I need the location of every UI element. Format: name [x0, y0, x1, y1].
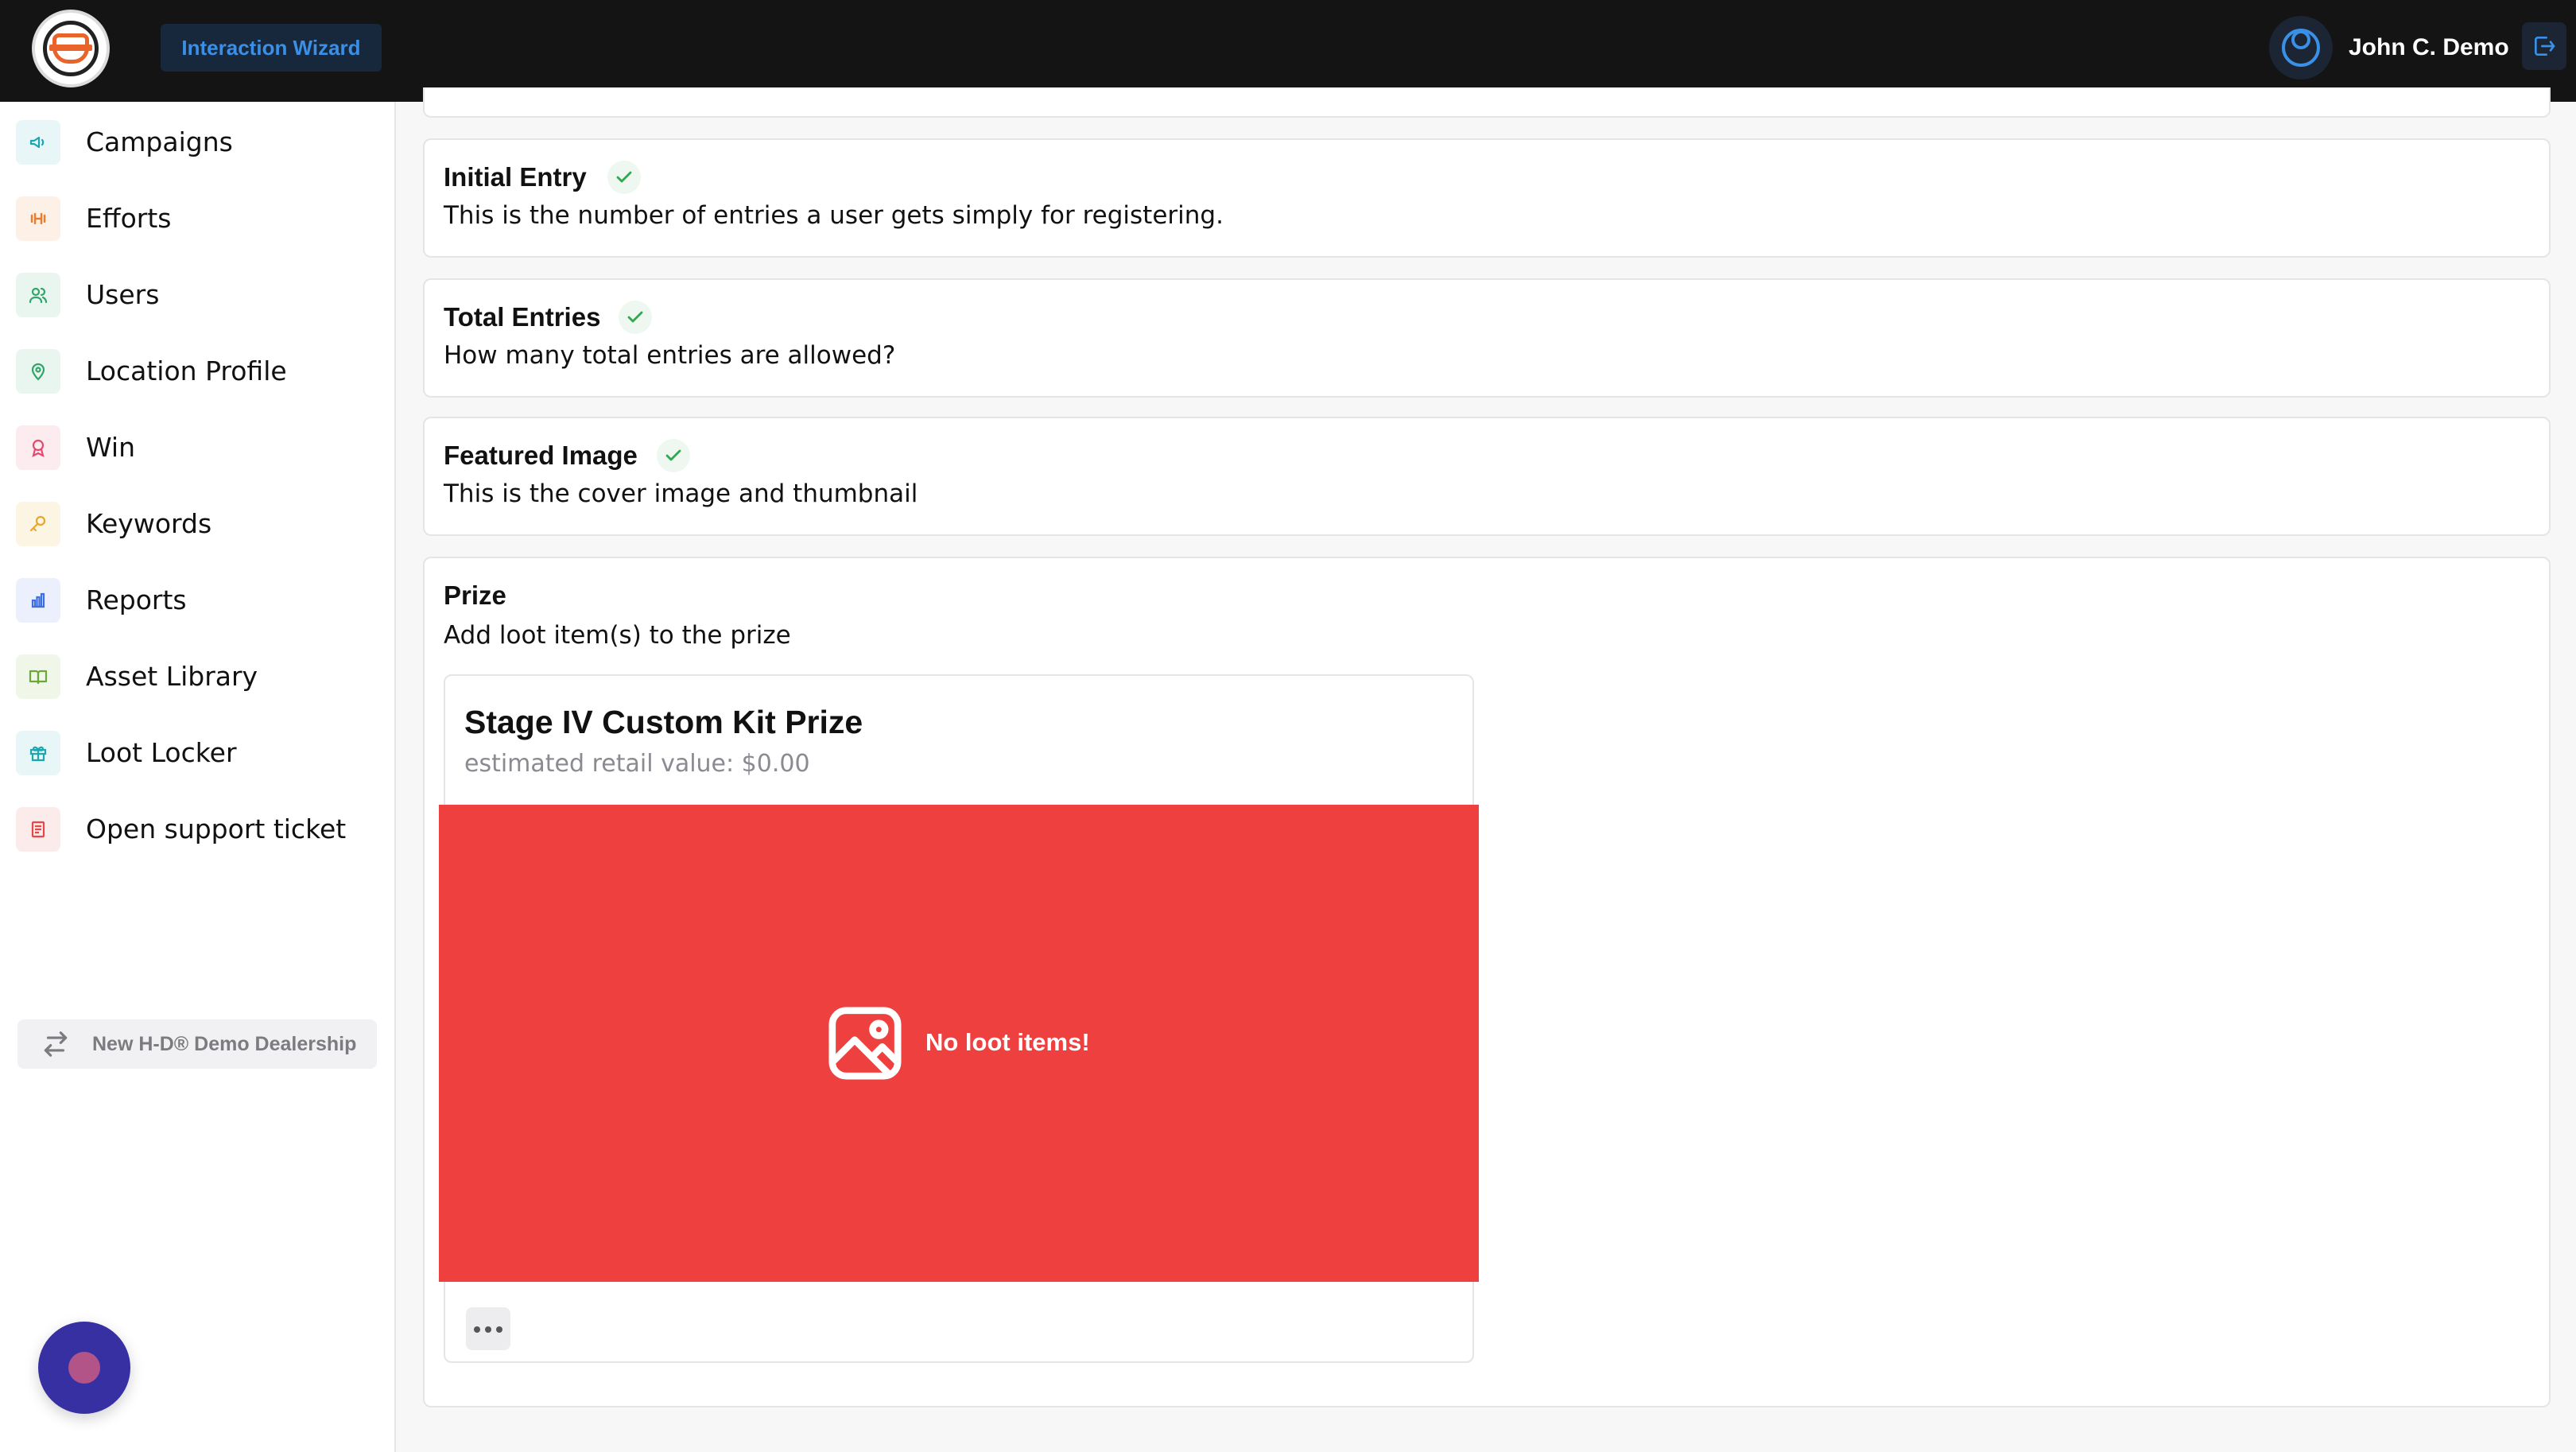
sidebar-item-efforts[interactable]: Efforts — [16, 191, 382, 247]
sidebar-item-label: Efforts — [86, 203, 172, 234]
check-icon — [657, 439, 690, 472]
user-name[interactable]: John C. Demo — [2349, 30, 2509, 65]
book-open-icon — [16, 654, 60, 699]
sidebar: Campaigns Efforts Users Location Profile… — [0, 102, 396, 1452]
sidebar-item-label: Asset Library — [86, 661, 258, 692]
section-description: Add loot item(s) to the prize — [444, 621, 791, 650]
award-icon — [16, 425, 60, 470]
users-icon — [16, 273, 60, 317]
check-icon — [607, 161, 641, 194]
dealership-logo[interactable] — [32, 10, 110, 87]
sidebar-item-label: Loot Locker — [86, 737, 237, 768]
sidebar-item-label: Users — [86, 279, 160, 310]
no-loot-message: No loot items! — [925, 1028, 1090, 1056]
ticket-icon — [16, 807, 60, 852]
sidebar-item-campaigns[interactable]: Campaigns — [16, 115, 382, 170]
switch-dealership-label: New H-D® Demo Dealership — [92, 1033, 357, 1055]
section-card-featured-image[interactable]: Featured Image This is the cover image a… — [423, 417, 2551, 536]
megaphone-icon — [16, 120, 60, 165]
prize-retail-value: estimated retail value: $0.00 — [464, 750, 810, 778]
interaction-wizard-button[interactable]: Interaction Wizard — [161, 24, 382, 72]
section-card-prize: Prize Add loot item(s) to the prize Stag… — [423, 557, 2551, 1407]
prize-card[interactable]: Stage IV Custom Kit Prize estimated reta… — [439, 674, 1479, 1363]
sidebar-item-label: Win — [86, 432, 135, 463]
more-options-button[interactable] — [466, 1307, 510, 1350]
sidebar-item-label: Location Profile — [86, 355, 287, 386]
sidebar-item-label: Open support ticket — [86, 813, 347, 844]
sidebar-item-loot-locker[interactable]: Loot Locker — [16, 725, 382, 781]
logout-button[interactable] — [2522, 22, 2566, 70]
top-navigation-bar: Interaction Wizard John C. Demo — [0, 0, 2576, 102]
sidebar-item-label: Reports — [86, 584, 187, 615]
sidebar-item-users[interactable]: Users — [16, 267, 382, 323]
more-dot — [496, 1326, 502, 1333]
chat-widget-button[interactable] — [38, 1322, 130, 1414]
sidebar-item-location-profile[interactable]: Location Profile — [16, 344, 382, 399]
sidebar-item-label: Keywords — [86, 508, 212, 539]
section-description: This is the number of entries a user get… — [444, 201, 1224, 230]
section-title: Featured Image — [444, 441, 638, 470]
section-description: This is the cover image and thumbnail — [444, 479, 918, 508]
sidebar-item-reports[interactable]: Reports — [16, 573, 382, 628]
section-title: Total Entries — [444, 302, 601, 332]
sidebar-item-label: Campaigns — [86, 126, 233, 157]
gift-icon — [16, 731, 60, 775]
swap-arrows-icon — [44, 1031, 68, 1057]
bar-chart-icon — [16, 578, 60, 623]
prize-card-title: Stage IV Custom Kit Prize — [464, 704, 863, 740]
section-card-total-entries[interactable]: Total Entries How many total entries are… — [423, 278, 2551, 398]
sidebar-item-win[interactable]: Win — [16, 420, 382, 476]
dumbbell-icon — [16, 196, 60, 241]
key-icon — [16, 502, 60, 546]
user-circle-icon[interactable] — [2269, 16, 2333, 80]
loot-items-placeholder: No loot items! — [439, 805, 1479, 1282]
sidebar-item-asset-library[interactable]: Asset Library — [16, 649, 382, 705]
previous-section-card — [423, 87, 2551, 118]
section-card-initial-entry[interactable]: Initial Entry This is the number of entr… — [423, 138, 2551, 258]
logo-bar — [49, 45, 92, 51]
sidebar-item-keywords[interactable]: Keywords — [16, 496, 382, 552]
map-pin-icon — [16, 349, 60, 394]
chat-bubble-icon — [68, 1352, 100, 1384]
avatar-head — [2291, 30, 2310, 49]
check-icon — [619, 301, 652, 334]
switch-dealership-button[interactable]: New H-D® Demo Dealership — [17, 1019, 377, 1069]
image-icon — [828, 1007, 902, 1080]
more-dot — [485, 1326, 491, 1333]
section-title: Initial Entry — [444, 162, 587, 192]
sidebar-item-open-support-ticket[interactable]: Open support ticket — [16, 802, 382, 857]
more-horizontal-icon — [474, 1326, 480, 1333]
logout-icon — [2535, 37, 2555, 56]
section-description: How many total entries are allowed? — [444, 341, 896, 370]
section-title: Prize — [444, 580, 506, 610]
